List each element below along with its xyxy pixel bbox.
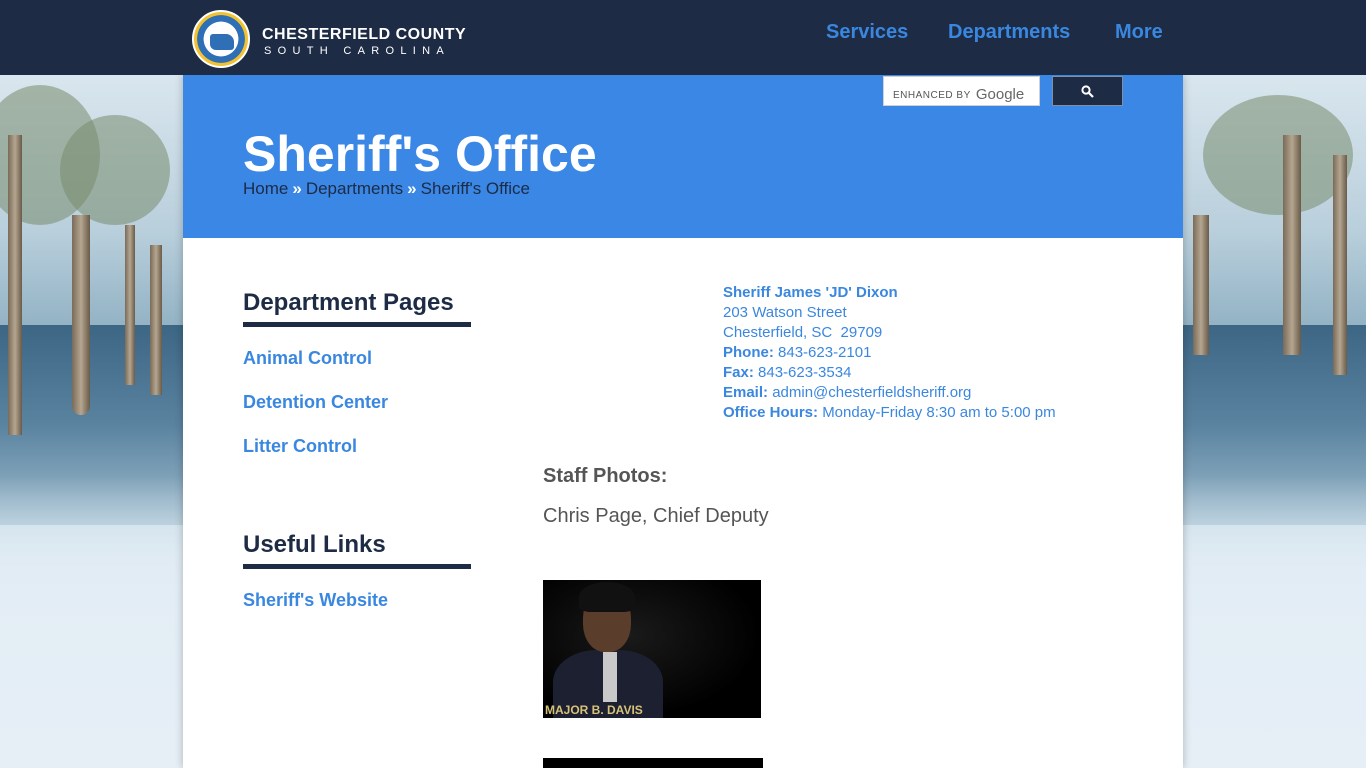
search-box[interactable]: ENHANCED BY Google (883, 76, 1040, 106)
email-link[interactable]: admin@chesterfieldsheriff.org (772, 384, 971, 401)
phone-label: Phone: (723, 344, 774, 361)
heading-underline (243, 564, 471, 569)
staff-photo: MAJOR B. DAVIS (543, 580, 761, 718)
nav-more[interactable]: More (1115, 21, 1163, 44)
staff-photo-label: MAJOR B. DAVIS (545, 703, 643, 717)
street-address: 203 Watson Street (723, 304, 847, 321)
breadcrumb-current: Sheriff's Office (420, 179, 531, 198)
phone-value: 843-623-2101 (778, 344, 872, 361)
staff-caption: Chris Page, Chief Deputy (543, 505, 769, 527)
sidebar-link-sheriffs-website[interactable]: Sheriff's Website (243, 590, 388, 611)
email-label: Email: (723, 384, 769, 401)
sidebar-link-litter-control[interactable]: Litter Control (243, 436, 357, 457)
nav-services[interactable]: Services (826, 21, 908, 44)
sheriff-name: Sheriff James 'JD' Dixon (723, 284, 898, 301)
page-title: Sheriff's Office (243, 126, 597, 182)
nav-departments[interactable]: Departments (948, 21, 1070, 44)
breadcrumb-separator: » (292, 179, 302, 198)
breadcrumb: Home» Departments» Sheriff's Office (243, 179, 530, 199)
site-header: CHESTERFIELD COUNTY SOUTH CAROLINA Servi… (0, 0, 1366, 75)
search-input[interactable] (884, 77, 1039, 105)
city-address: Chesterfield, SC 29709 (723, 324, 883, 341)
breadcrumb-home[interactable]: Home (243, 179, 288, 198)
search-button[interactable] (1052, 76, 1123, 106)
logo-subtitle[interactable]: SOUTH CAROLINA (264, 45, 450, 57)
fax-label: Fax: (723, 364, 754, 381)
background-scenery-left (0, 75, 183, 768)
breadcrumb-departments[interactable]: Departments (306, 179, 403, 198)
search-icon (1081, 84, 1094, 98)
county-seal-logo[interactable] (192, 10, 250, 68)
hours-value: Monday-Friday 8:30 am to 5:00 pm (822, 404, 1056, 421)
useful-links-heading: Useful Links (243, 531, 386, 558)
fax-value: 843-623-3534 (758, 364, 852, 381)
staff-photos-heading: Staff Photos: (543, 465, 668, 487)
breadcrumb-separator: » (407, 179, 417, 198)
staff-photo-second (543, 758, 763, 768)
contact-block: Sheriff James 'JD' Dixon 203 Watson Stre… (723, 283, 1056, 423)
sidebar-link-animal-control[interactable]: Animal Control (243, 348, 372, 369)
hero-banner: ENHANCED BY Google Sheriff's Office Home… (183, 75, 1183, 238)
hours-label: Office Hours: (723, 404, 819, 421)
background-scenery-right (1183, 75, 1366, 768)
heading-underline (243, 322, 471, 327)
department-pages-heading: Department Pages (243, 289, 454, 316)
sidebar-link-detention-center[interactable]: Detention Center (243, 392, 388, 413)
main-content: ENHANCED BY Google Sheriff's Office Home… (183, 75, 1183, 768)
logo-title[interactable]: CHESTERFIELD COUNTY (262, 26, 466, 44)
